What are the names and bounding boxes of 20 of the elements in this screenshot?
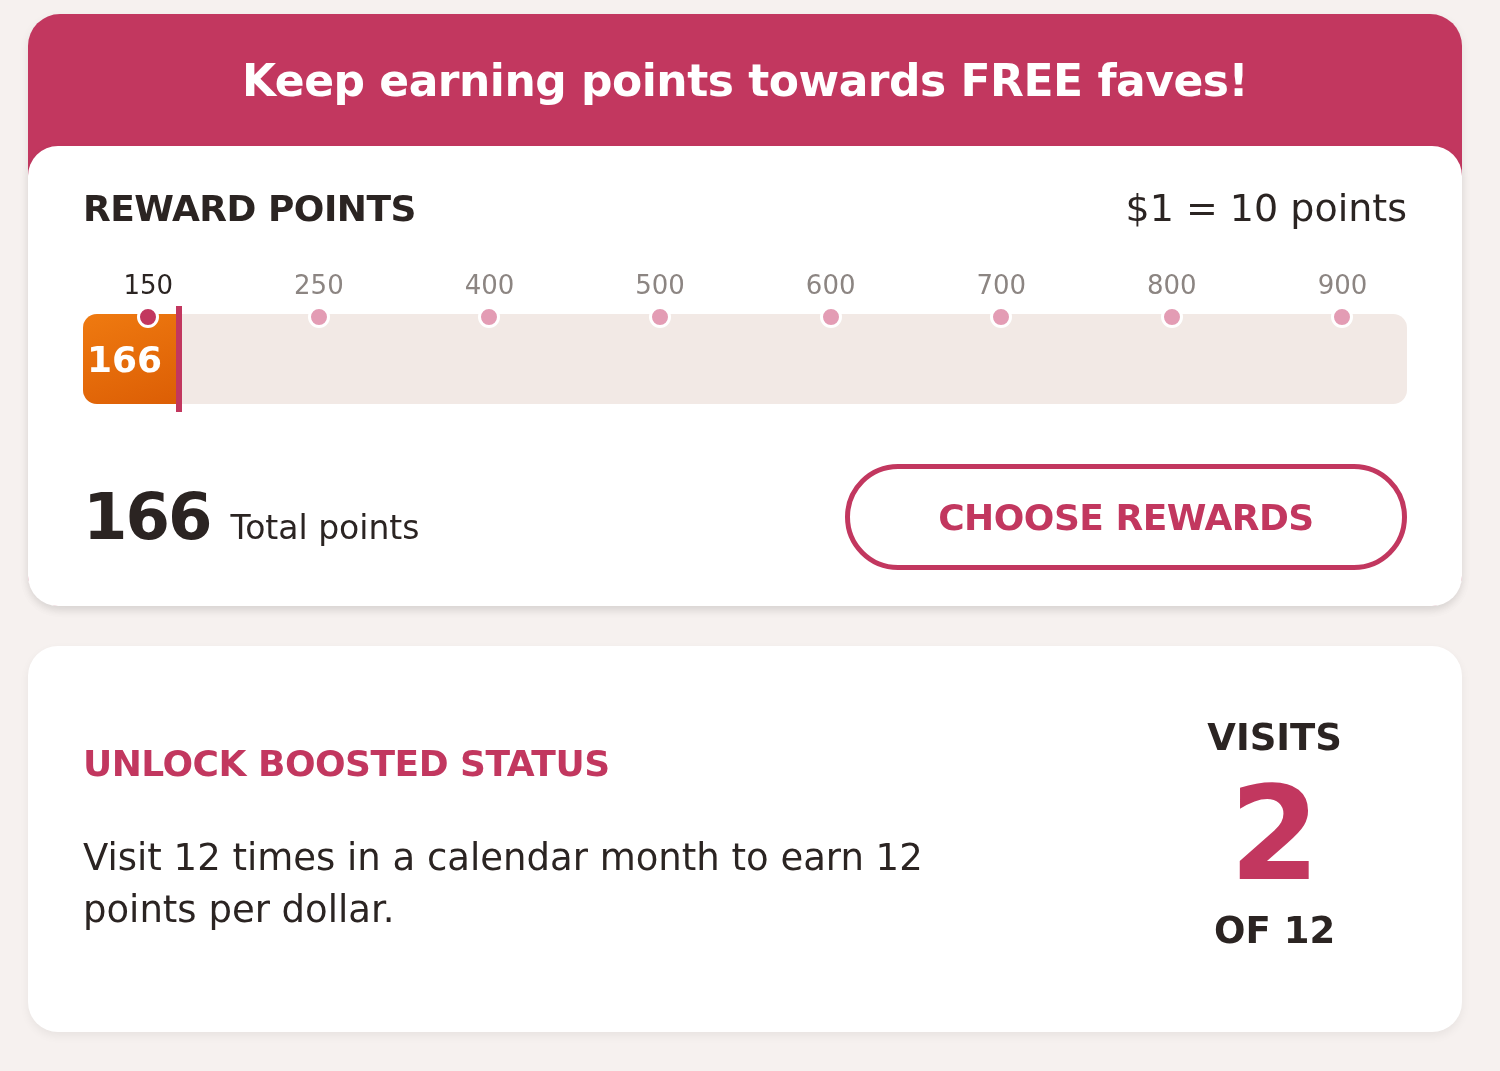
milestone-label: 900 — [1317, 270, 1368, 300]
milestone-label: 800 — [1147, 270, 1197, 300]
milestone-label: 700 — [976, 270, 1027, 300]
milestone-label: 600 — [805, 270, 856, 300]
section-title: REWARD POINTS — [83, 187, 416, 229]
milestone-label: 400 — [464, 270, 515, 300]
choose-rewards-button[interactable]: CHOOSE REWARDS — [845, 464, 1407, 570]
banner-title: Keep earning points towards FREE faves! — [240, 53, 1250, 108]
points-rate: $1 = 10 points — [1125, 186, 1407, 230]
milestone-label: 500 — [635, 270, 685, 300]
description: Visit 12 times in a calendar month to earn 12 points per dollar. — [83, 834, 924, 933]
visits-label: VISITS — [1207, 716, 1342, 759]
total-points-label: Total points — [230, 508, 420, 547]
section-title: UNLOCK BOOSTED STATUS — [83, 742, 611, 784]
milestone-label: 150 — [123, 270, 174, 300]
visits-total: OF 12 — [1214, 909, 1336, 952]
visits-count: 2 — [1229, 759, 1320, 909]
milestone-label: 250 — [294, 270, 344, 300]
current-points-value: 166 — [87, 338, 163, 380]
total-points-value: 166 — [83, 480, 211, 554]
